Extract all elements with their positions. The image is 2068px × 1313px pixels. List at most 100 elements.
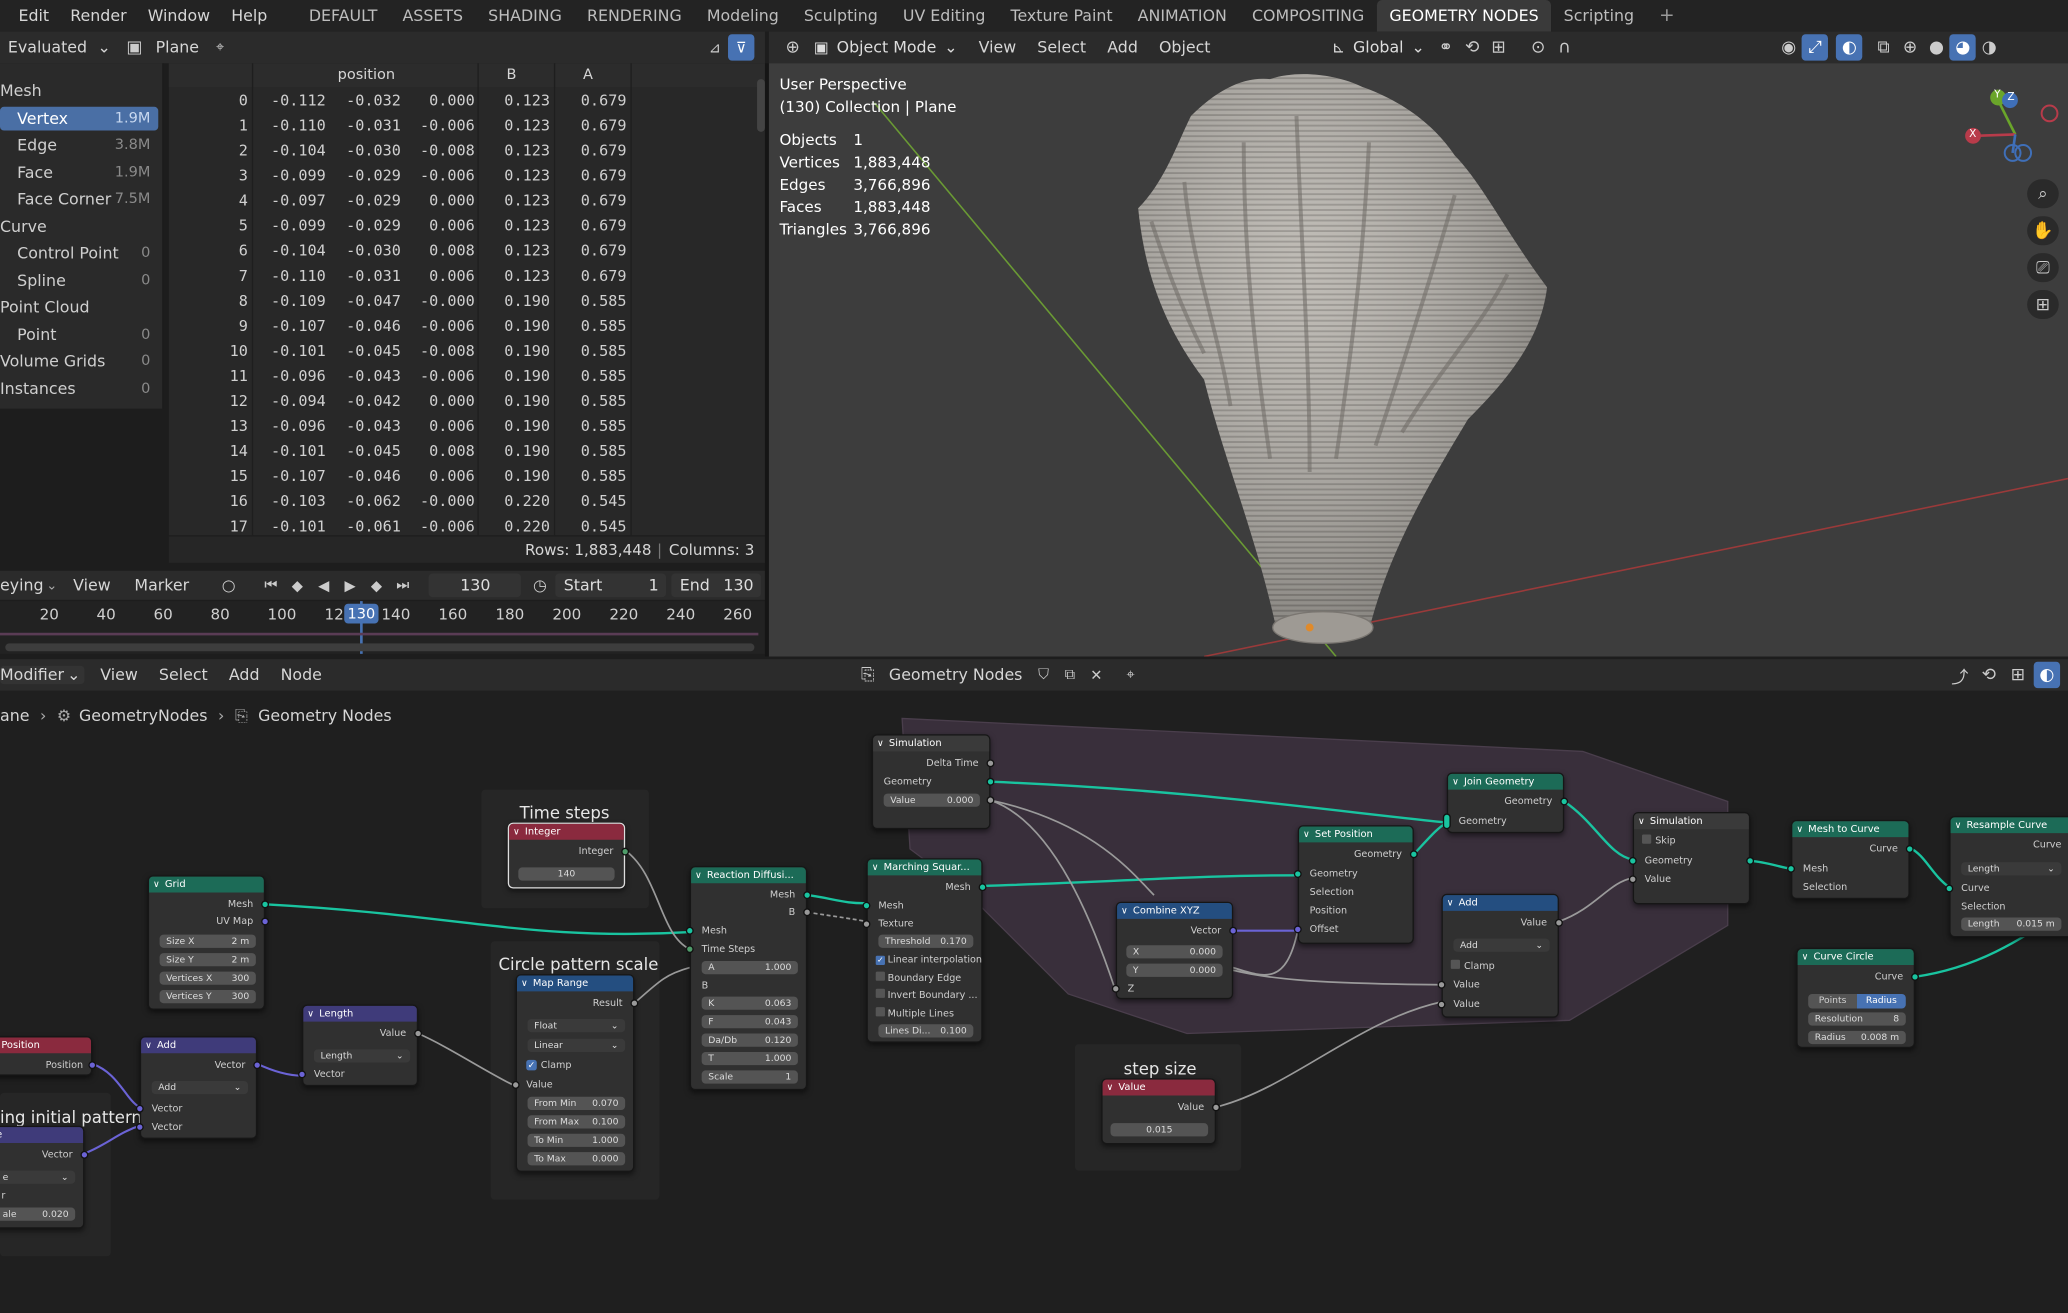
node-marching-squares-title[interactable]: Marching Squar...	[867, 859, 982, 876]
viewport-object-menu[interactable]: Object	[1151, 38, 1218, 56]
math-op-dropdown[interactable]: Add ⌄	[1453, 938, 1550, 952]
domain-item[interactable]: Point 0	[0, 323, 158, 347]
column-b[interactable]: B	[506, 63, 516, 87]
y-field[interactable]: Y 0.000	[1126, 963, 1223, 977]
domain-item[interactable]: Spline 0	[0, 269, 158, 293]
node-position-title[interactable]: Position	[0, 1037, 92, 1054]
pin-icon[interactable]: ⌖	[207, 34, 233, 60]
modifier-dropdown[interactable]: Modifier ⌄	[0, 665, 85, 685]
add-workspace-button[interactable]: +	[1647, 0, 1688, 32]
prev-keyframe-icon[interactable]: ◆	[284, 572, 310, 598]
tab-compositing[interactable]: COMPOSITING	[1239, 0, 1376, 32]
value-field[interactable]: 0.015	[1110, 1123, 1209, 1137]
filter-icon[interactable]: ⊽	[728, 34, 755, 61]
k-field[interactable]: K 0.063	[701, 996, 798, 1010]
radius-mode-button[interactable]: Radius	[1856, 993, 1906, 1009]
socket-out[interactable]	[253, 1061, 262, 1070]
domain-item[interactable]: Edge 3.8M	[0, 133, 158, 157]
play-reverse-icon[interactable]: ◀	[310, 572, 336, 598]
domain-item[interactable]: Vertex 1.9M	[0, 106, 159, 131]
playhead-label[interactable]: 130	[344, 603, 379, 624]
snap-icon[interactable]: ⟲	[1459, 34, 1485, 60]
menu-window[interactable]: Window	[137, 0, 221, 32]
node-simulation-input-title[interactable]: Simulation	[873, 735, 990, 752]
record-icon[interactable]: ○	[216, 572, 242, 598]
clamp-checkbox[interactable]: Clamp	[1450, 959, 1495, 972]
timeline-ruler[interactable]: 20 40 60 80 100 120 140 160 180 200 220 240 260 130	[0, 601, 765, 654]
snap-target-icon[interactable]: ⊞	[2005, 662, 2031, 688]
tab-geometry-nodes[interactable]: GEOMETRY NODES	[1376, 0, 1552, 32]
wireframe-shading-icon[interactable]: ⊕	[1897, 34, 1923, 60]
interpolation-dropdown[interactable]: Linear ⌄	[527, 1038, 626, 1052]
socket-out[interactable]	[261, 917, 270, 926]
socket-in[interactable]	[1111, 984, 1120, 993]
node-combine-xyz[interactable]: Combine XYZ Vector X 0.000 Y 0.000 Z	[1111, 901, 1238, 1000]
socket-out[interactable]	[1229, 926, 1238, 935]
socket-out[interactable]	[1560, 797, 1569, 806]
node-view-menu[interactable]: View	[92, 666, 145, 684]
domain-item[interactable]: Face 1.9M	[0, 161, 158, 185]
rendered-shading-icon[interactable]: ◑	[1976, 34, 2002, 60]
node-tree-icon[interactable]: ⎘	[855, 662, 881, 688]
node-simulation-input[interactable]: Simulation Delta Time Geometry Value 0.00…	[871, 734, 995, 830]
node-curve-circle-title[interactable]: Curve Circle	[1797, 949, 1914, 965]
keying-dropdown[interactable]: eying	[0, 576, 51, 594]
node-length-title[interactable]: Length	[303, 1005, 417, 1022]
close-icon[interactable]: ✕	[1083, 662, 1109, 688]
length-field[interactable]: Length 0.015 m	[1961, 917, 2062, 931]
node-resample-curve-title[interactable]: Resample Curve	[1950, 817, 2068, 834]
editor-type-icon[interactable]: ⊕	[779, 34, 805, 60]
socket-out[interactable]	[414, 1029, 423, 1038]
pivot-icon[interactable]: ⚭	[1433, 34, 1459, 60]
socket-in[interactable]	[1293, 870, 1302, 878]
menu-edit[interactable]: Edit	[0, 0, 60, 32]
proportional-edit-icon[interactable]: ⊙	[1525, 34, 1551, 60]
scale-field[interactable]: Scale 1	[701, 1070, 798, 1084]
node-position[interactable]: Position Position	[0, 1036, 97, 1076]
grid-ortho-icon[interactable]: ⊞	[2027, 290, 2059, 320]
evaluated-dropdown[interactable]: Evaluated ⌄	[0, 38, 116, 56]
socket-in[interactable]	[511, 1080, 520, 1089]
length-mode-dropdown[interactable]: Length ⌄	[313, 1049, 411, 1063]
overlay-toggle-icon[interactable]: ◐	[1836, 34, 1863, 61]
tab-default[interactable]: DEFAULT	[296, 0, 390, 32]
socket-in[interactable]	[1787, 864, 1795, 873]
scale-field[interactable]: ale 0.020	[0, 1207, 76, 1221]
socket-out[interactable]	[986, 777, 995, 786]
node-reaction-diffusion[interactable]: Reaction Diffusi... Mesh B Mesh Time Ste…	[685, 866, 812, 1091]
socket-out[interactable]	[986, 796, 995, 805]
node-integer[interactable]: Integer Integer 140	[507, 822, 630, 889]
node-join-geometry-title[interactable]: Join Geometry	[1448, 773, 1563, 790]
socket-out[interactable]	[261, 900, 270, 909]
camera-view-icon[interactable]: ⎚	[2027, 253, 2059, 283]
tab-assets[interactable]: ASSETS	[390, 0, 476, 32]
socket-in[interactable]	[685, 926, 694, 935]
domain-item[interactable]: Volume Grids 0	[0, 349, 158, 373]
node-add-math[interactable]: Add Value Add ⌄ Clamp Value Value	[1437, 893, 1563, 1018]
spreadsheet-scrollbar[interactable]	[757, 79, 765, 132]
multiple-lines-checkbox[interactable]: Multiple Lines	[875, 1007, 954, 1019]
linear-interp-checkbox[interactable]: ✓ Linear interpolation	[875, 953, 982, 965]
pan-hand-icon[interactable]: ✋	[2027, 216, 2059, 246]
socket-out[interactable]	[803, 908, 812, 917]
tab-animation[interactable]: ANIMATION	[1125, 0, 1239, 32]
overlay-toggle-icon[interactable]: ◐	[2033, 661, 2061, 689]
x-field[interactable]: X 0.000	[1126, 945, 1223, 959]
menu-help[interactable]: Help	[221, 0, 278, 32]
socket-in[interactable]	[1437, 1000, 1446, 1009]
snap-target-icon[interactable]: ⊞	[1485, 34, 1511, 60]
start-frame-field[interactable]: Start 1	[555, 573, 667, 598]
socket-in[interactable]	[1293, 925, 1302, 934]
timeline-marker-menu[interactable]: Marker	[127, 576, 198, 594]
node-vector-partial-title[interactable]: le	[0, 1127, 84, 1143]
circle-mode-toggle[interactable]: Points Radius	[1808, 993, 1906, 1009]
domain-item[interactable]: Control Point 0	[0, 241, 158, 265]
object-mode-dropdown[interactable]: ▣ Object Mode ⌄	[806, 36, 966, 60]
menu-render[interactable]: Render	[60, 0, 137, 32]
node-value[interactable]: Value Value 0.015	[1101, 1078, 1220, 1145]
to-max-field[interactable]: To Max 0.000	[527, 1152, 626, 1166]
socket-in[interactable]	[298, 1070, 306, 1079]
snap-icon[interactable]: ⟲	[1976, 662, 2002, 688]
socket-out[interactable]	[80, 1150, 89, 1159]
node-curve-circle[interactable]: Curve Circle Curve Points Radius Resolut…	[1796, 947, 1919, 1049]
